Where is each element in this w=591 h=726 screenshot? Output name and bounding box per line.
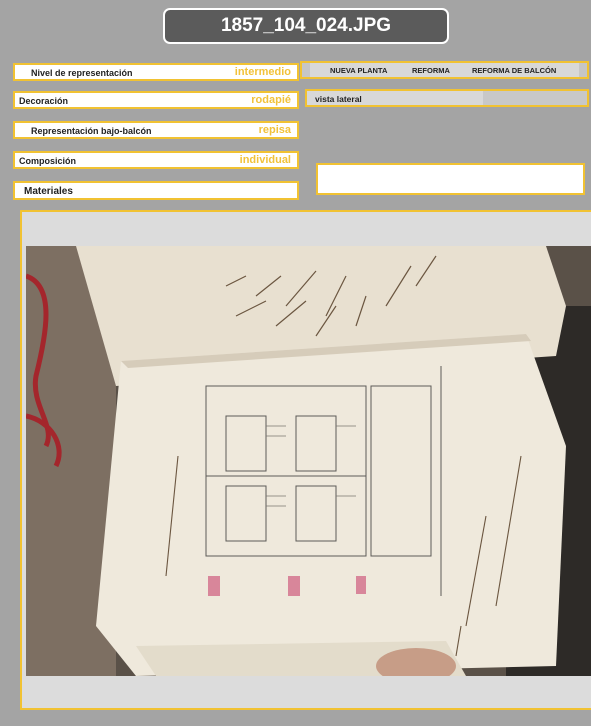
image-viewer	[20, 210, 591, 710]
blank-field[interactable]	[316, 163, 585, 195]
tab-nueva-planta[interactable]: NUEVA PLANTA	[330, 66, 387, 75]
tab-reforma[interactable]: REFORMA	[412, 66, 450, 75]
decoracion-label: Decoración	[19, 96, 69, 106]
bajo-balcon-value: repisa	[258, 124, 291, 136]
materiales-label: Materiales	[24, 186, 73, 197]
composicion-field[interactable]: Composición individual	[13, 151, 299, 169]
bajo-balcon-label: Representación bajo-balcón	[31, 126, 152, 136]
document-photo	[26, 246, 591, 676]
nivel-representacion-label: Nivel de representación	[31, 68, 133, 78]
nivel-representacion-value: intermedio	[234, 66, 291, 78]
nivel-representacion-field[interactable]: Nivel de representación intermedio	[13, 63, 299, 81]
composicion-value: individual	[239, 154, 291, 166]
view-label: vista lateral	[315, 94, 362, 104]
bajo-balcon-field[interactable]: Representación bajo-balcón repisa	[13, 121, 299, 139]
view-selector[interactable]: vista lateral	[305, 89, 589, 107]
decoracion-field[interactable]: Decoración rodapié	[13, 91, 299, 109]
materiales-field[interactable]: Materiales	[13, 181, 299, 200]
file-title: 1857_104_024.JPG	[163, 8, 449, 44]
tab-bar: NUEVA PLANTA REFORMA REFORMA DE BALCÓN	[300, 61, 589, 79]
view-segment	[483, 91, 587, 105]
composicion-label: Composición	[19, 156, 77, 166]
decoracion-value: rodapié	[251, 94, 291, 106]
tab-reforma-de-balcon[interactable]: REFORMA DE BALCÓN	[472, 66, 556, 75]
